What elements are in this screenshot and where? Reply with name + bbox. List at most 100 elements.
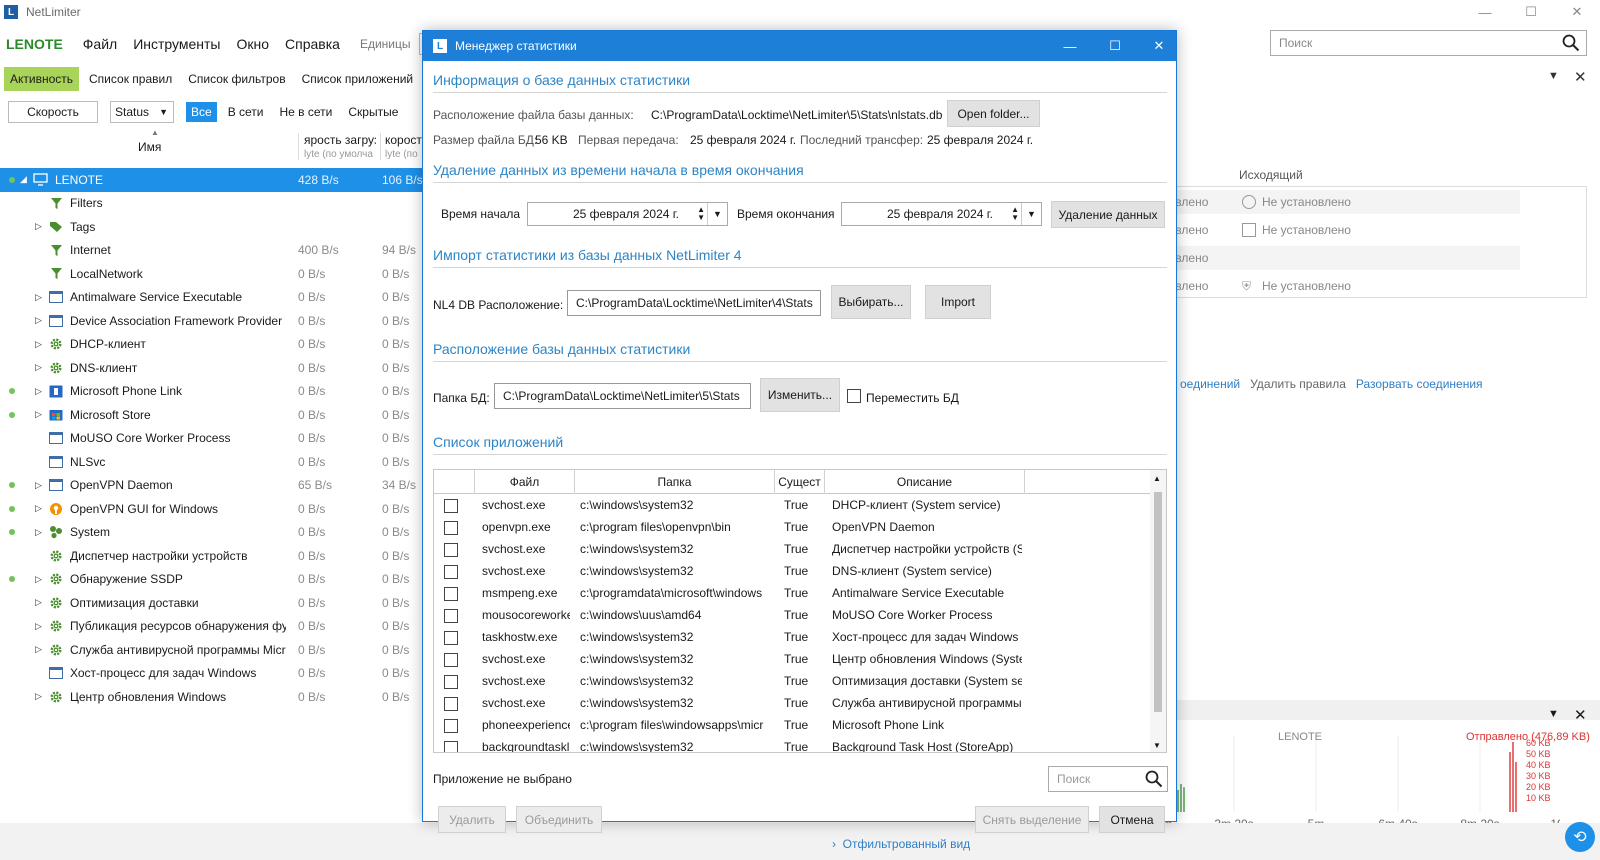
chart-chevron-down-icon[interactable]: ▼: [1548, 708, 1559, 720]
tree-row[interactable]: ▷ Оптимизация доставки 0 B/s 0 B/s: [0, 591, 422, 615]
table-row[interactable]: svchost.exe c:\windows\system32 True Оптими…: [434, 671, 1152, 693]
move-db-checkbox[interactable]: [847, 389, 861, 403]
tab-filters[interactable]: Список фильтров: [182, 67, 291, 91]
scroll-down-icon[interactable]: ▼: [1153, 741, 1161, 750]
table-row[interactable]: backgroundtaskl c:\windows\system32 True Ba…: [434, 737, 1152, 752]
tree-row[interactable]: ▷ Microsoft Store 0 B/s 0 B/s: [0, 403, 422, 427]
column-file[interactable]: Файл: [474, 470, 574, 494]
expand-chevron-icon[interactable]: ▷: [35, 386, 42, 397]
tree-row[interactable]: ▷ OpenVPN GUI for Windows 0 B/s 0 B/s: [0, 497, 422, 521]
chart-close-icon[interactable]: ✕: [1574, 706, 1587, 724]
row-checkbox[interactable]: [444, 543, 458, 557]
row-checkbox[interactable]: [444, 741, 458, 752]
kill-connections-link[interactable]: Разорвать соединения: [1356, 377, 1483, 391]
expand-chevron-icon[interactable]: ▷: [35, 339, 42, 350]
deselect-button[interactable]: Снять выделение: [975, 806, 1089, 833]
spinner-icon[interactable]: ▲ ▼: [1011, 206, 1019, 222]
menu-help[interactable]: Справка: [285, 36, 340, 52]
dropdown-arrow-icon[interactable]: ▼: [1021, 203, 1041, 225]
column-folder[interactable]: Папка: [574, 470, 774, 494]
remove-button[interactable]: Удалить: [438, 806, 506, 833]
expand-chevron-icon[interactable]: ▷: [35, 527, 42, 538]
tree-row[interactable]: ▷ Центр обновления Windows 0 B/s 0 B/s: [0, 685, 422, 709]
tree-row[interactable]: ▷ Публикация ресурсов обнаружения фу 0 B/s…: [0, 615, 422, 639]
refresh-button[interactable]: ⟲: [1565, 822, 1595, 852]
tree-row[interactable]: ▷ Microsoft Phone Link 0 B/s 0 B/s: [0, 380, 422, 404]
table-row[interactable]: svchost.exe c:\windows\system32 True Центр …: [434, 649, 1152, 671]
tree-row[interactable]: ▷ Tags: [0, 215, 422, 239]
tree-row[interactable]: Хост-процесс для задач Windows 0 B/s 0 B/s: [0, 662, 422, 686]
search-icon[interactable]: [1562, 34, 1580, 55]
table-row[interactable]: svchost.exe c:\windows\system32 True Диспет…: [434, 539, 1152, 561]
apps-search-input[interactable]: Поиск: [1048, 766, 1168, 792]
filter-hidden[interactable]: Скрытые: [343, 102, 403, 122]
menu-window[interactable]: Окно: [237, 36, 270, 52]
tree-row[interactable]: ▷ Antimalware Service Executable 0 B/s 0 B/…: [0, 286, 422, 310]
status-select[interactable]: Status ▼: [110, 101, 174, 123]
filter-offline[interactable]: Не в сети: [275, 102, 338, 122]
speed-button[interactable]: Скорость: [8, 101, 98, 123]
main-search-input[interactable]: Поиск: [1270, 30, 1587, 56]
menu-tools[interactable]: Инструменты: [133, 36, 220, 52]
expand-chevron-icon[interactable]: ▷: [35, 503, 42, 514]
table-row[interactable]: mousocoreworke c:\windows\uus\amd64 True Mo…: [434, 605, 1152, 627]
browse-button[interactable]: Выбирать...: [831, 285, 911, 319]
scroll-up-icon[interactable]: ▲: [1153, 474, 1161, 483]
tree-row[interactable]: Диспетчер настройки устройств 0 B/s 0 B/s: [0, 544, 422, 568]
expand-chevron-icon[interactable]: ▷: [35, 691, 42, 702]
column-select[interactable]: [434, 470, 474, 494]
row-checkbox[interactable]: [444, 521, 458, 535]
column-description[interactable]: Описание: [824, 470, 1024, 494]
table-row[interactable]: svchost.exe c:\windows\system32 True Служба…: [434, 693, 1152, 715]
panel-chevron-down-icon[interactable]: ▼: [1548, 70, 1559, 82]
expand-chevron-icon[interactable]: ▷: [35, 480, 42, 491]
tree-row[interactable]: MoUSO Core Worker Process 0 B/s 0 B/s: [0, 427, 422, 451]
shield-icon[interactable]: ⛨: [1242, 279, 1256, 293]
row-checkbox[interactable]: [444, 697, 458, 711]
dialog-maximize-button[interactable]: ☐: [1098, 36, 1132, 56]
expand-chevron-icon[interactable]: ▷: [35, 621, 42, 632]
tree-row[interactable]: ▷ Служба антивирусной программы Micr 0 B/s…: [0, 638, 422, 662]
radio-button[interactable]: [1242, 195, 1256, 209]
panel-close-icon[interactable]: ✕: [1574, 68, 1587, 86]
expand-chevron-icon[interactable]: ▷: [35, 597, 42, 608]
expand-chevron-icon[interactable]: ▷: [35, 362, 42, 373]
expand-chevron-icon[interactable]: ▷: [35, 292, 42, 303]
delete-rules-link[interactable]: Удалить правила: [1250, 377, 1346, 391]
search-icon[interactable]: [1145, 770, 1163, 791]
tree-row[interactable]: ◢ LENOTE 428 B/s 106 B/s: [0, 168, 423, 192]
menu-file[interactable]: Файл: [83, 36, 117, 52]
open-folder-button[interactable]: Open folder...: [947, 100, 1040, 127]
row-checkbox[interactable]: [444, 565, 458, 579]
filtered-view-link[interactable]: › Отфильтрованный вид: [832, 837, 970, 851]
row-checkbox[interactable]: [444, 609, 458, 623]
filter-all[interactable]: Все: [186, 102, 217, 122]
end-time-picker[interactable]: 25 февраля 2024 г. ▲ ▼ ▼: [841, 202, 1042, 226]
expand-chevron-icon[interactable]: ▷: [35, 315, 42, 326]
tree-row[interactable]: LocalNetwork 0 B/s 0 B/s: [0, 262, 422, 286]
column-download[interactable]: ярость загруз lyte (по умолча: [298, 133, 376, 160]
cancel-button[interactable]: Отмена: [1099, 806, 1165, 833]
row-checkbox[interactable]: [444, 653, 458, 667]
filter-online[interactable]: В сети: [223, 102, 269, 122]
column-upload[interactable]: корост lyte (по: [380, 133, 422, 160]
tab-applications[interactable]: Список приложений: [296, 67, 420, 91]
row-checkbox[interactable]: [444, 719, 458, 733]
checkbox[interactable]: [1242, 223, 1256, 237]
expand-chevron-icon[interactable]: ▷: [35, 221, 42, 232]
tab-activity[interactable]: Активность: [4, 67, 80, 91]
tree-row[interactable]: NLSvc 0 B/s 0 B/s: [0, 450, 422, 474]
import-button[interactable]: Import: [925, 285, 991, 319]
delete-data-button[interactable]: Удаление данных: [1051, 201, 1165, 228]
row-checkbox[interactable]: [444, 499, 458, 513]
maximize-button[interactable]: ☐: [1508, 2, 1554, 22]
row-checkbox[interactable]: [444, 675, 458, 689]
change-button[interactable]: Изменить...: [760, 378, 840, 412]
spinner-icon[interactable]: ▲ ▼: [697, 206, 705, 222]
dialog-close-button[interactable]: ✕: [1142, 36, 1176, 56]
expand-chevron-icon[interactable]: ◢: [20, 174, 27, 185]
expand-chevron-icon[interactable]: ▷: [35, 409, 42, 420]
table-row[interactable]: taskhostw.exe c:\windows\system32 True Хост…: [434, 627, 1152, 649]
expand-chevron-icon[interactable]: ▷: [35, 574, 42, 585]
row-checkbox[interactable]: [444, 587, 458, 601]
